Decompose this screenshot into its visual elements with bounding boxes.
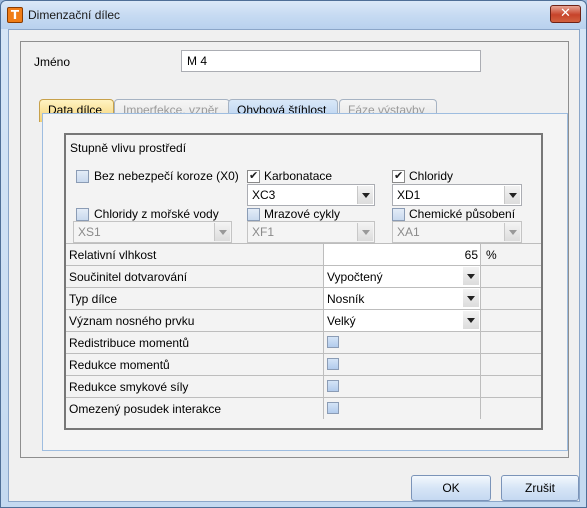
no-corrosion-checkbox[interactable] bbox=[76, 170, 89, 183]
cancel-button[interactable]: Zrušit bbox=[501, 475, 579, 501]
name-input[interactable]: M 4 bbox=[181, 50, 481, 72]
window-title: Dimenzační dílec bbox=[28, 8, 121, 22]
chevron-down-icon[interactable] bbox=[214, 223, 230, 241]
moment-redistribution-label: Redistribuce momentů bbox=[69, 336, 190, 350]
chlorides-select[interactable]: XD1 bbox=[392, 184, 522, 206]
dialog-window: T Dimenzační dílec ✕ Jméno M 4 Data dílc… bbox=[0, 0, 587, 508]
freeze-checkbox[interactable] bbox=[247, 208, 260, 221]
grid-row-moment-reduction: Redukce momentů bbox=[66, 353, 541, 375]
chemical-label: Chemické působení bbox=[409, 207, 516, 221]
app-icon: T bbox=[7, 7, 23, 23]
importance-select[interactable]: Velký bbox=[323, 310, 481, 331]
grid-row-importance: Význam nosného prvku Velký bbox=[66, 309, 541, 331]
moment-reduction-label: Redukce momentů bbox=[69, 358, 170, 372]
name-label: Jméno bbox=[34, 55, 71, 69]
sea-chlorides-label: Chloridy z mořské vody bbox=[94, 207, 219, 221]
main-frame: Jméno M 4 Data dílce Imperfekce, vzpěr O… bbox=[20, 41, 569, 458]
sea-chlorides-value: XS1 bbox=[78, 225, 101, 239]
importance-value: Velký bbox=[327, 314, 356, 328]
humidity-input[interactable]: 65 bbox=[323, 244, 481, 265]
chevron-down-icon[interactable] bbox=[463, 311, 479, 329]
chemical-select[interactable]: XA1 bbox=[392, 221, 522, 243]
grid-row-limited-interaction: Omezený posudek interakce bbox=[66, 397, 541, 419]
carbonation-value: XC3 bbox=[252, 188, 276, 202]
shear-reduction-cell bbox=[323, 376, 481, 397]
freeze-value: XF1 bbox=[252, 225, 275, 239]
limited-interaction-checkbox[interactable] bbox=[327, 402, 339, 414]
freeze-label: Mrazové cykly bbox=[264, 207, 341, 221]
no-corrosion-label: Bez nebezpečí koroze (X0) bbox=[94, 169, 239, 183]
limited-interaction-cell bbox=[323, 398, 481, 419]
grid-row-shear-reduction: Redukce smykové síly bbox=[66, 375, 541, 397]
chlorides-value: XD1 bbox=[397, 188, 421, 202]
tab-panel: Stupně vlivu prostředí Bez nebezpečí kor… bbox=[42, 113, 568, 451]
sea-chlorides-select[interactable]: XS1 bbox=[73, 221, 232, 243]
chevron-down-icon[interactable] bbox=[504, 223, 520, 241]
grid-row-humidity: Relativní vlhkost 65 % bbox=[66, 243, 541, 265]
grid-row-curing: Součinitel dotvarování Vypočtený bbox=[66, 265, 541, 287]
carbonation-checkbox[interactable] bbox=[247, 169, 260, 183]
chemical-checkbox[interactable] bbox=[392, 208, 405, 221]
curing-label: Součinitel dotvarování bbox=[69, 270, 188, 284]
curing-select[interactable]: Vypočtený bbox=[323, 266, 481, 287]
grid-row-moment-redistribution: Redistribuce momentů bbox=[66, 331, 541, 353]
sea-chlorides-checkbox[interactable] bbox=[76, 208, 89, 221]
chevron-down-icon[interactable] bbox=[504, 186, 520, 204]
shear-reduction-label: Redukce smykové síly bbox=[69, 380, 189, 394]
chevron-down-icon[interactable] bbox=[357, 186, 373, 204]
chemical-value: XA1 bbox=[397, 225, 420, 239]
member-type-value: Nosník bbox=[327, 292, 365, 306]
carbonation-label: Karbonatace bbox=[264, 169, 333, 183]
title-bar[interactable]: T Dimenzační dílec ✕ bbox=[1, 1, 586, 29]
moment-reduction-cell bbox=[323, 354, 481, 375]
freeze-select[interactable]: XF1 bbox=[247, 221, 375, 243]
chevron-down-icon[interactable] bbox=[357, 223, 373, 241]
grid-row-member-type: Typ dílce Nosník bbox=[66, 287, 541, 309]
carbonation-select[interactable]: XC3 bbox=[247, 184, 375, 206]
limited-interaction-label: Omezený posudek interakce bbox=[69, 402, 222, 416]
humidity-label: Relativní vlhkost bbox=[69, 248, 157, 262]
moment-redistribution-checkbox[interactable] bbox=[327, 336, 339, 348]
member-type-label: Typ dílce bbox=[69, 292, 118, 306]
data-group: Stupně vlivu prostředí Bez nebezpečí kor… bbox=[64, 133, 543, 430]
dialog-client: Jméno M 4 Data dílce Imperfekce, vzpěr O… bbox=[8, 29, 580, 502]
importance-label: Význam nosného prvku bbox=[69, 314, 195, 328]
member-type-select[interactable]: Nosník bbox=[323, 288, 481, 309]
moment-reduction-checkbox[interactable] bbox=[327, 358, 339, 370]
chlorides-label: Chloridy bbox=[409, 169, 454, 183]
close-button[interactable]: ✕ bbox=[550, 5, 581, 23]
ok-button[interactable]: OK bbox=[411, 475, 491, 501]
environment-section-title: Stupně vlivu prostředí bbox=[70, 141, 187, 155]
humidity-value: 65 bbox=[464, 248, 478, 262]
chevron-down-icon[interactable] bbox=[463, 267, 479, 285]
chlorides-checkbox[interactable] bbox=[392, 169, 405, 183]
moment-redistribution-cell bbox=[323, 332, 481, 353]
curing-value: Vypočtený bbox=[327, 270, 383, 284]
chevron-down-icon[interactable] bbox=[463, 289, 479, 307]
humidity-unit: % bbox=[486, 248, 497, 262]
shear-reduction-checkbox[interactable] bbox=[327, 380, 339, 392]
